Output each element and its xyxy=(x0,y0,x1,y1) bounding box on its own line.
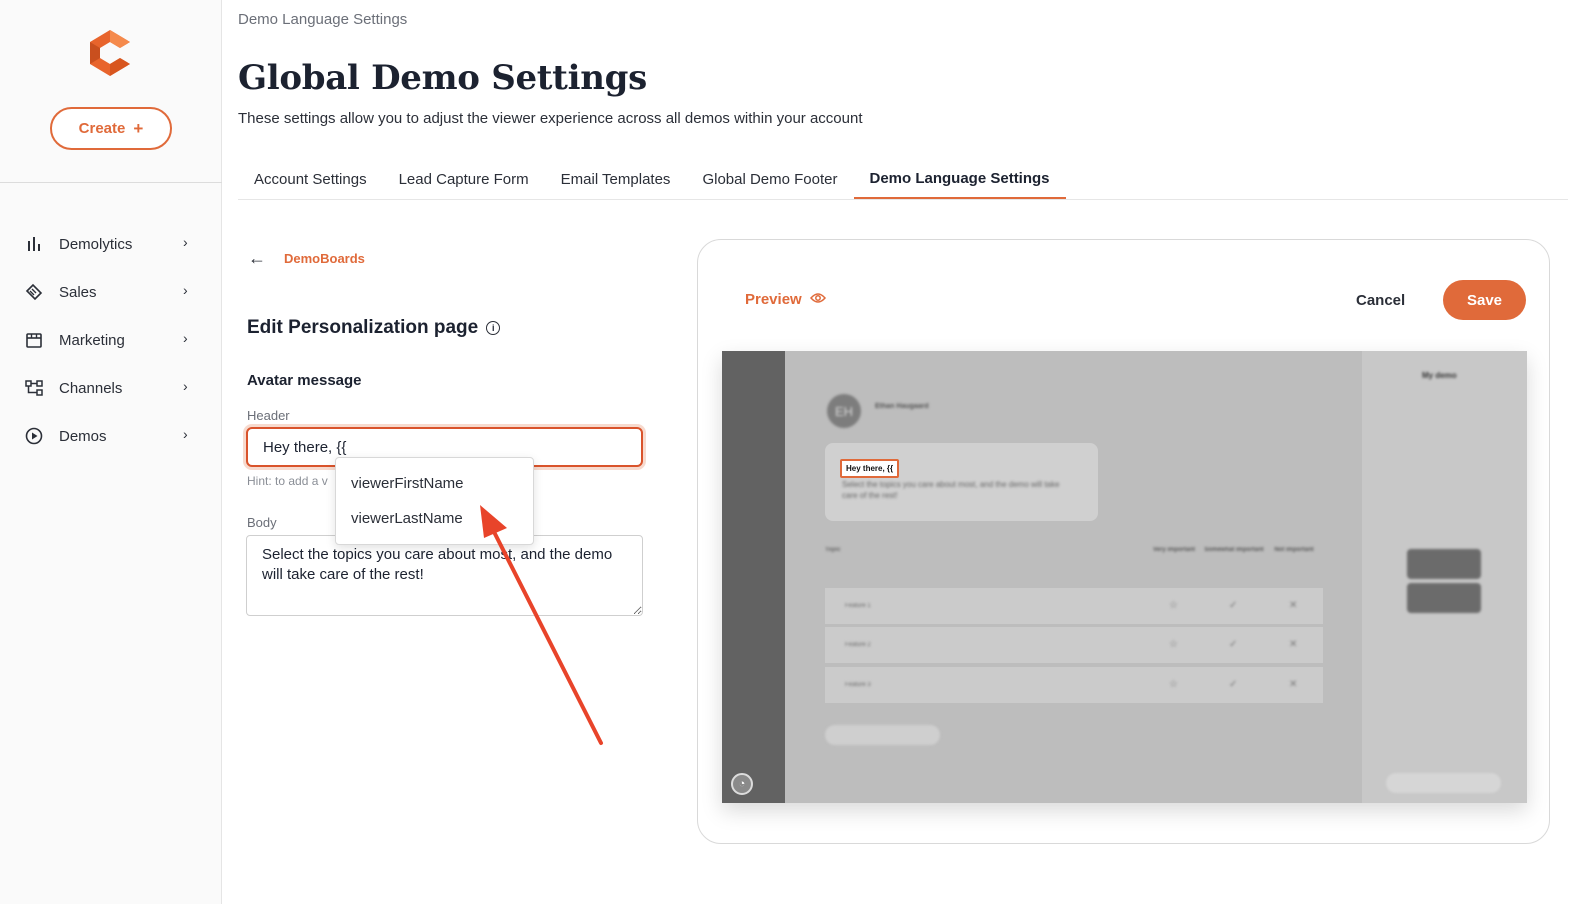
demo-row-label: Feature 1 xyxy=(845,603,871,609)
tab-email-templates[interactable]: Email Templates xyxy=(545,159,687,199)
avatar-message-title: Avatar message xyxy=(247,372,362,389)
demo-avatar: EH xyxy=(827,394,861,428)
demo-bubble-body: Select the topics you care about most, a… xyxy=(842,480,1060,500)
demo-author-name: Ethan Haugaard xyxy=(875,403,929,410)
demo-table-row xyxy=(825,588,1323,624)
create-button[interactable]: Create + xyxy=(50,107,172,150)
sidebar-item-label: Demos xyxy=(59,427,107,445)
handshake-icon xyxy=(24,282,44,302)
page-subtitle: These settings allow you to adjust the v… xyxy=(238,110,863,127)
demo-topic-header: Topic xyxy=(825,547,841,553)
preview-label[interactable]: Preview xyxy=(745,291,826,308)
preview-card: Preview Cancel Save EH Ethan Haugaard He… xyxy=(697,239,1550,844)
demo-table-row xyxy=(825,667,1323,703)
breadcrumb: Demo Language Settings xyxy=(238,11,408,28)
sidebar-item-label: Marketing xyxy=(59,331,125,349)
save-button[interactable]: Save xyxy=(1443,280,1526,320)
demo-table-row xyxy=(825,627,1323,663)
sidebar-item-sales[interactable]: Sales › xyxy=(0,268,222,316)
suggestion-viewer-first-name[interactable]: viewerFirstName xyxy=(336,466,533,501)
plus-icon: + xyxy=(133,119,144,138)
demo-right-continue-button xyxy=(1386,773,1501,793)
sidebar-item-label: Demolytics xyxy=(59,235,133,253)
network-icon xyxy=(24,378,44,398)
chevron-right-icon: › xyxy=(183,426,188,442)
section-title: Edit Personalization page i xyxy=(247,317,501,339)
close-icon: ✕ xyxy=(1289,679,1298,690)
tab-account-settings[interactable]: Account Settings xyxy=(238,159,383,199)
section-title-text: Edit Personalization page xyxy=(247,317,479,338)
check-icon: ✓ xyxy=(1229,679,1238,690)
body-textarea[interactable]: Select the topics you care about most, a… xyxy=(246,535,643,616)
sidebar-divider xyxy=(0,182,222,183)
storefront-icon xyxy=(24,330,44,350)
tab-lead-capture-form[interactable]: Lead Capture Form xyxy=(383,159,545,199)
chevron-right-icon: › xyxy=(183,282,188,298)
back-row: ← DemoBoards xyxy=(248,248,365,269)
suggestion-viewer-last-name[interactable]: viewerLastName xyxy=(336,501,533,536)
play-circle-icon xyxy=(24,426,44,446)
cookie-icon: ◔ xyxy=(731,773,753,795)
demo-col-very-important: Very important xyxy=(1152,547,1195,553)
sidebar-item-demolytics[interactable]: Demolytics › xyxy=(0,220,222,268)
check-icon: ✓ xyxy=(1229,600,1238,611)
create-button-label: Create xyxy=(78,120,126,137)
arrow-left-icon[interactable]: ← xyxy=(248,248,266,269)
page-title: Global Demo Settings xyxy=(238,58,647,98)
check-icon: ✓ xyxy=(1229,639,1238,650)
info-icon[interactable]: i xyxy=(486,321,501,335)
sidebar-item-marketing[interactable]: Marketing › xyxy=(0,316,222,364)
preview-label-text: Preview xyxy=(745,291,802,308)
demo-right-card xyxy=(1407,583,1481,613)
bar-chart-icon xyxy=(24,234,44,254)
sidebar-item-demos[interactable]: Demos › xyxy=(0,412,222,460)
cancel-button[interactable]: Cancel xyxy=(1342,280,1419,320)
header-field-label: Header xyxy=(247,408,290,423)
star-icon: ☆ xyxy=(1169,600,1178,611)
sidebar-item-label: Sales xyxy=(59,283,97,301)
tab-demo-language-settings[interactable]: Demo Language Settings xyxy=(853,159,1066,199)
eye-icon xyxy=(809,291,826,308)
demo-continue-button xyxy=(825,725,940,745)
chevron-right-icon: › xyxy=(183,234,188,250)
demo-preview-frame: EH Ethan Haugaard Hey there, {{ Select t… xyxy=(722,351,1527,803)
star-icon: ☆ xyxy=(1169,639,1178,650)
settings-tabs: Account Settings Lead Capture Form Email… xyxy=(238,160,1568,200)
variable-suggestions-dropdown: viewerFirstName viewerLastName xyxy=(335,457,534,545)
brand-logo[interactable] xyxy=(86,28,134,78)
demo-left-strip xyxy=(722,351,785,803)
header-hint: Hint: to add a v xyxy=(247,474,328,488)
close-icon: ✕ xyxy=(1289,600,1298,611)
star-icon: ☆ xyxy=(1169,679,1178,690)
demo-right-card xyxy=(1407,549,1481,579)
tab-global-demo-footer[interactable]: Global Demo Footer xyxy=(686,159,853,199)
sidebar-item-channels[interactable]: Channels › xyxy=(0,364,222,412)
sidebar-item-label: Channels xyxy=(59,379,123,397)
sidebar: Create + Demolytics › Sales › Marketing … xyxy=(0,0,222,904)
chevron-right-icon: › xyxy=(183,378,188,394)
demo-bubble-header: Hey there, {{ xyxy=(840,459,900,478)
body-field-label: Body xyxy=(247,515,277,530)
app-root: Create + Demolytics › Sales › Marketing … xyxy=(0,0,1585,904)
chevron-right-icon: › xyxy=(183,330,188,346)
demo-row-label: Feature 2 xyxy=(845,642,871,648)
back-link-demoboards[interactable]: DemoBoards xyxy=(284,251,365,266)
demo-row-label: Feature 3 xyxy=(845,682,871,688)
demo-col-somewhat-important: Somewhat important xyxy=(1204,547,1264,553)
demo-col-not-important: Not important xyxy=(1274,547,1314,553)
demo-right-title: My demo xyxy=(1422,371,1457,380)
sidebar-nav: Demolytics › Sales › Marketing › Channel… xyxy=(0,220,222,460)
close-icon: ✕ xyxy=(1289,639,1298,650)
